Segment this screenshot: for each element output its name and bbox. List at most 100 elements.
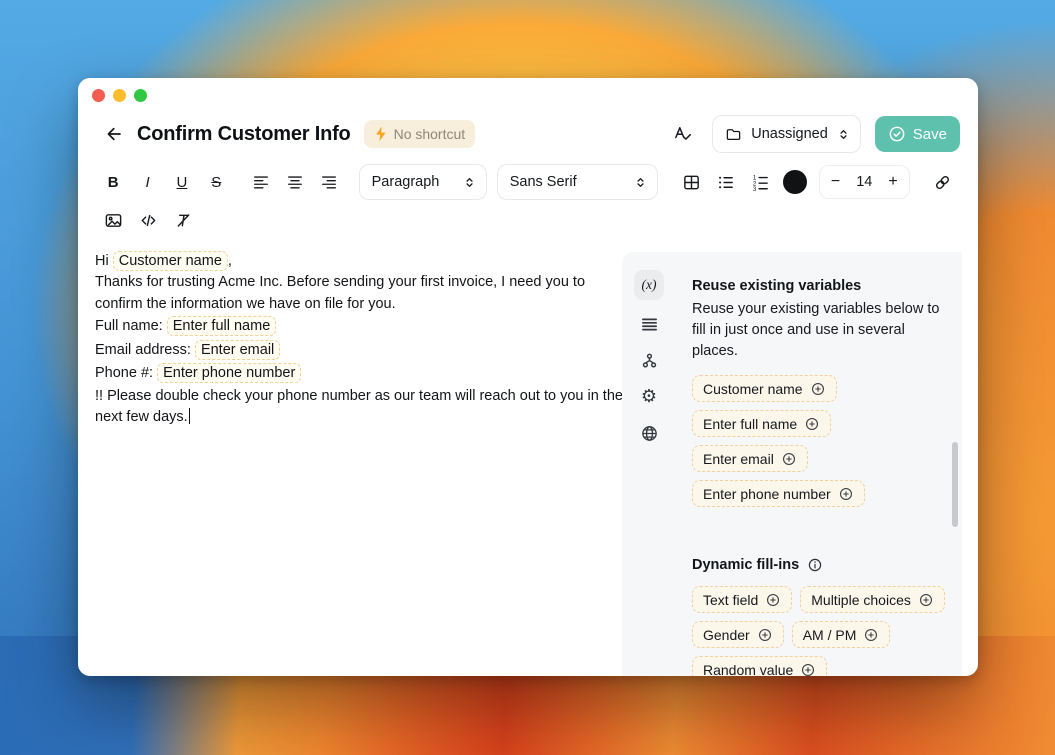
back-button[interactable]	[100, 120, 128, 148]
editor-greeting-line: Hi Customer name,	[95, 250, 629, 272]
minimize-button[interactable]	[113, 89, 126, 102]
bold-button[interactable]: B	[96, 167, 130, 197]
chip-enter-phone-number[interactable]: Enter phone number	[692, 480, 865, 507]
insert-image-button[interactable]	[96, 205, 131, 235]
editor-fields-block: Full name: Enter full name Email address…	[95, 315, 629, 386]
lightning-bolt-icon	[374, 126, 388, 142]
shortcut-badge[interactable]: No shortcut	[364, 120, 476, 148]
plus-circle-icon	[800, 662, 816, 677]
folder-icon	[725, 126, 742, 143]
tab-variables[interactable]: (x)	[634, 270, 664, 300]
font-size-stepper: − 14 +	[819, 165, 910, 199]
paragraph-select-value: Paragraph	[372, 174, 440, 190]
chip-random-value[interactable]: Random value	[692, 656, 827, 676]
clear-formatting-button[interactable]	[166, 205, 201, 235]
check-circle-icon	[888, 125, 906, 143]
align-center-button[interactable]	[278, 167, 312, 197]
text-lines-icon	[640, 316, 659, 334]
underline-button[interactable]: U	[165, 167, 199, 197]
globe-icon	[640, 424, 659, 443]
text-cursor	[189, 408, 191, 424]
insert-table-button[interactable]	[674, 167, 708, 197]
align-right-icon	[320, 173, 338, 191]
chip-label: AM / PM	[803, 627, 857, 643]
text-color-button[interactable]	[783, 170, 807, 194]
insert-toolbar	[96, 202, 960, 238]
snippet-editor-body[interactable]: Hi Customer name, Thanks for trusting Ac…	[95, 250, 629, 429]
strikethrough-button[interactable]: S	[199, 167, 233, 197]
folder-select[interactable]: Unassigned	[712, 115, 861, 153]
hierarchy-icon	[640, 352, 659, 371]
bullet-list-icon	[716, 173, 735, 192]
panel-content: Reuse existing variables Reuse your exis…	[692, 278, 950, 676]
font-size-decrease-button[interactable]: −	[831, 174, 840, 190]
variable-chip-full-name[interactable]: Enter full name	[167, 316, 277, 336]
greeting-suffix: ,	[228, 253, 232, 269]
chip-am-pm[interactable]: AM / PM	[792, 621, 891, 648]
tab-workflow[interactable]	[634, 350, 664, 372]
chip-gender[interactable]: Gender	[692, 621, 784, 648]
svg-text:3: 3	[753, 186, 757, 192]
chip-text-field[interactable]: Text field	[692, 586, 792, 613]
plus-circle-icon	[838, 486, 854, 502]
tab-language[interactable]	[634, 422, 664, 444]
chip-label: Customer name	[703, 381, 803, 397]
plus-circle-icon	[863, 627, 879, 643]
chip-label: Gender	[703, 627, 750, 643]
numbered-list-icon: 123	[751, 173, 770, 192]
plus-circle-icon	[804, 416, 820, 432]
existing-variable-chips: Customer name Enter full name Enter emai…	[692, 375, 950, 507]
variables-section-title: Reuse existing variables	[692, 278, 950, 294]
tab-snippets[interactable]	[634, 314, 664, 336]
chip-enter-full-name[interactable]: Enter full name	[692, 410, 831, 437]
formatting-toolbar: B I U S Paragraph Sans Serif	[96, 164, 960, 200]
variables-x-icon: (x)	[642, 277, 657, 293]
italic-button[interactable]: I	[130, 167, 164, 197]
variable-chip-customer-name[interactable]: Customer name	[113, 251, 228, 271]
chip-enter-email[interactable]: Enter email	[692, 445, 808, 472]
fillins-section-header: Dynamic fill-ins	[692, 557, 950, 573]
back-arrow-icon	[104, 124, 124, 144]
fillins-section-title: Dynamic fill-ins	[692, 557, 799, 573]
align-left-button[interactable]	[244, 167, 278, 197]
insert-link-button[interactable]	[926, 167, 960, 197]
panel-icon-rail: (x) ⚙	[633, 270, 665, 444]
header-bar: Confirm Customer Info No shortcut Unassi…	[96, 112, 960, 156]
field-label: Phone #:	[95, 365, 157, 381]
zoom-button[interactable]	[134, 89, 147, 102]
plus-circle-icon	[757, 627, 773, 643]
chip-label: Random value	[703, 662, 793, 677]
chip-label: Text field	[703, 592, 758, 608]
gear-icon: ⚙	[641, 387, 657, 407]
plus-circle-icon	[781, 451, 797, 467]
variable-chip-phone[interactable]: Enter phone number	[157, 363, 301, 383]
dynamic-fillin-chips: Text field Multiple choices Gender AM / …	[692, 586, 950, 676]
chip-customer-name[interactable]: Customer name	[692, 375, 837, 402]
save-button[interactable]: Save	[875, 116, 960, 152]
chevron-updown-icon	[463, 175, 476, 190]
panel-scrollbar[interactable]	[952, 442, 958, 527]
variables-side-panel: (x) ⚙ Reuse existing variables	[622, 252, 962, 676]
chip-label: Enter full name	[703, 416, 797, 432]
spellcheck-toggle[interactable]	[671, 119, 695, 149]
snippet-editor-window: Confirm Customer Info No shortcut Unassi…	[78, 78, 978, 676]
bullet-list-button[interactable]	[709, 167, 743, 197]
align-center-icon	[286, 173, 304, 191]
paragraph-style-select[interactable]: Paragraph	[359, 164, 487, 200]
tab-settings[interactable]: ⚙	[634, 386, 664, 408]
font-size-value: 14	[856, 174, 872, 190]
align-left-icon	[252, 173, 270, 191]
paragraph-2-text: !! Please double check your phone number…	[95, 388, 623, 426]
shortcut-badge-label: No shortcut	[394, 126, 466, 142]
chip-multiple-choices[interactable]: Multiple choices	[800, 586, 945, 613]
numbered-list-button[interactable]: 123	[743, 167, 777, 197]
spellcheck-a-icon	[673, 124, 693, 144]
align-right-button[interactable]	[312, 167, 346, 197]
fillins-info-button[interactable]	[807, 557, 823, 573]
font-family-select[interactable]: Sans Serif	[497, 164, 658, 200]
insert-code-button[interactable]	[131, 205, 166, 235]
variable-chip-email[interactable]: Enter email	[195, 340, 280, 360]
close-button[interactable]	[92, 89, 105, 102]
folder-select-value: Unassigned	[751, 126, 828, 142]
font-size-increase-button[interactable]: +	[888, 174, 897, 190]
